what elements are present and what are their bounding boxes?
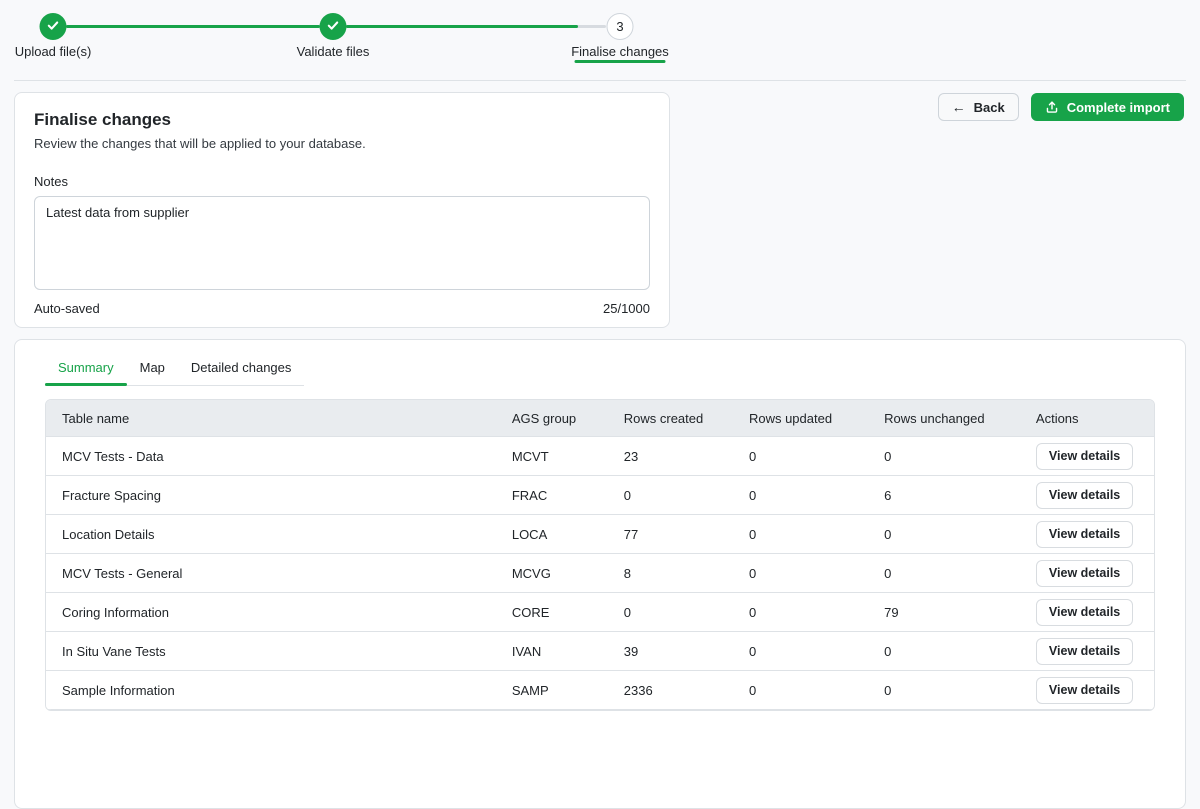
view-details-button[interactable]: View details bbox=[1036, 560, 1133, 587]
view-details-button[interactable]: View details bbox=[1036, 482, 1133, 509]
cell-table-name: MCV Tests - General bbox=[46, 554, 496, 593]
autosave-status: Auto-saved bbox=[34, 301, 100, 316]
char-counter: 25/1000 bbox=[603, 301, 650, 316]
cell-rows-updated: 0 bbox=[733, 593, 868, 632]
cell-ags-group: IVAN bbox=[496, 632, 608, 671]
header-actions: ← Back Complete import bbox=[938, 93, 1184, 121]
table-row: Sample Information SAMP 2336 0 0 View de… bbox=[46, 671, 1154, 710]
column-header-rows-updated: Rows updated bbox=[733, 400, 868, 437]
view-details-button[interactable]: View details bbox=[1036, 599, 1133, 626]
header-divider bbox=[14, 80, 1186, 81]
view-details-button[interactable]: View details bbox=[1036, 638, 1133, 665]
complete-import-button[interactable]: Complete import bbox=[1031, 93, 1184, 121]
cell-rows-updated: 0 bbox=[733, 515, 868, 554]
cell-rows-updated: 0 bbox=[733, 554, 868, 593]
cell-rows-created: 0 bbox=[608, 593, 733, 632]
cell-rows-updated: 0 bbox=[733, 437, 868, 476]
cell-ags-group: CORE bbox=[496, 593, 608, 632]
step-1-label: Upload file(s) bbox=[15, 44, 92, 59]
stepper-progress-line-1 bbox=[66, 25, 320, 28]
notes-footer: Auto-saved 25/1000 bbox=[34, 301, 650, 316]
cell-rows-created: 0 bbox=[608, 476, 733, 515]
summary-table: Table name AGS group Rows created Rows u… bbox=[45, 399, 1155, 711]
cell-rows-unchanged: 0 bbox=[868, 437, 1020, 476]
table-row: MCV Tests - General MCVG 8 0 0 View deta… bbox=[46, 554, 1154, 593]
cell-table-name: In Situ Vane Tests bbox=[46, 632, 496, 671]
cell-rows-unchanged: 0 bbox=[868, 632, 1020, 671]
cell-ags-group: LOCA bbox=[496, 515, 608, 554]
back-button-label: Back bbox=[974, 100, 1005, 115]
cell-ags-group: SAMP bbox=[496, 671, 608, 710]
view-details-button[interactable]: View details bbox=[1036, 521, 1133, 548]
cell-rows-created: 39 bbox=[608, 632, 733, 671]
step-2-label: Validate files bbox=[297, 44, 370, 59]
card-title: Finalise changes bbox=[34, 110, 650, 130]
upload-tray-arrow-icon bbox=[1045, 100, 1059, 114]
table-row: In Situ Vane Tests IVAN 39 0 0 View deta… bbox=[46, 632, 1154, 671]
step-3-label: Finalise changes bbox=[571, 44, 669, 59]
cell-table-name: Coring Information bbox=[46, 593, 496, 632]
table-row: MCV Tests - Data MCVT 23 0 0 View detail… bbox=[46, 437, 1154, 476]
cell-rows-created: 23 bbox=[608, 437, 733, 476]
table-row: Fracture Spacing FRAC 0 0 6 View details bbox=[46, 476, 1154, 515]
tab-summary[interactable]: Summary bbox=[45, 353, 127, 385]
step-3-number: 3 bbox=[616, 19, 623, 34]
column-header-table-name: Table name bbox=[46, 400, 496, 437]
card-subtitle: Review the changes that will be applied … bbox=[34, 136, 650, 151]
finalise-changes-card: Finalise changes Review the changes that… bbox=[14, 92, 670, 328]
cell-rows-updated: 0 bbox=[733, 632, 868, 671]
cell-rows-updated: 0 bbox=[733, 671, 868, 710]
cell-rows-unchanged: 6 bbox=[868, 476, 1020, 515]
cell-rows-unchanged: 0 bbox=[868, 515, 1020, 554]
notes-textarea[interactable]: Latest data from supplier bbox=[34, 196, 650, 290]
cell-rows-created: 8 bbox=[608, 554, 733, 593]
wizard-stepper: Upload file(s) Validate files 3 Finalise… bbox=[0, 0, 1200, 80]
tab-map[interactable]: Map bbox=[127, 353, 178, 385]
table-header-row: Table name AGS group Rows created Rows u… bbox=[46, 400, 1154, 437]
cell-table-name: MCV Tests - Data bbox=[46, 437, 496, 476]
cell-rows-unchanged: 0 bbox=[868, 554, 1020, 593]
table-row: Location Details LOCA 77 0 0 View detail… bbox=[46, 515, 1154, 554]
column-header-ags-group: AGS group bbox=[496, 400, 608, 437]
cell-ags-group: MCVT bbox=[496, 437, 608, 476]
cell-ags-group: MCVG bbox=[496, 554, 608, 593]
summary-panel: Summary Map Detailed changes Table name … bbox=[14, 339, 1186, 809]
tab-detailed-changes[interactable]: Detailed changes bbox=[178, 353, 304, 385]
cell-ags-group: FRAC bbox=[496, 476, 608, 515]
table-row: Coring Information CORE 0 0 79 View deta… bbox=[46, 593, 1154, 632]
step-3-circle-current[interactable]: 3 bbox=[607, 13, 634, 40]
step-1-circle-complete[interactable] bbox=[40, 13, 67, 40]
column-header-rows-created: Rows created bbox=[608, 400, 733, 437]
cell-rows-created: 2336 bbox=[608, 671, 733, 710]
view-details-button[interactable]: View details bbox=[1036, 443, 1133, 470]
complete-import-label: Complete import bbox=[1067, 100, 1170, 115]
left-arrow-icon: ← bbox=[952, 100, 966, 114]
notes-label: Notes bbox=[34, 174, 650, 189]
cell-rows-unchanged: 0 bbox=[868, 671, 1020, 710]
cell-table-name: Sample Information bbox=[46, 671, 496, 710]
check-icon bbox=[326, 18, 341, 36]
step-2-circle-complete[interactable] bbox=[320, 13, 347, 40]
active-step-underline bbox=[575, 60, 666, 63]
tab-bar: Summary Map Detailed changes bbox=[45, 353, 304, 386]
check-icon bbox=[46, 18, 61, 36]
cell-rows-updated: 0 bbox=[733, 476, 868, 515]
stepper-progress-line-2 bbox=[346, 25, 578, 28]
cell-rows-created: 77 bbox=[608, 515, 733, 554]
column-header-rows-unchanged: Rows unchanged bbox=[868, 400, 1020, 437]
back-button[interactable]: ← Back bbox=[938, 93, 1019, 121]
cell-table-name: Fracture Spacing bbox=[46, 476, 496, 515]
column-header-actions: Actions bbox=[1020, 400, 1154, 437]
cell-rows-unchanged: 79 bbox=[868, 593, 1020, 632]
cell-table-name: Location Details bbox=[46, 515, 496, 554]
